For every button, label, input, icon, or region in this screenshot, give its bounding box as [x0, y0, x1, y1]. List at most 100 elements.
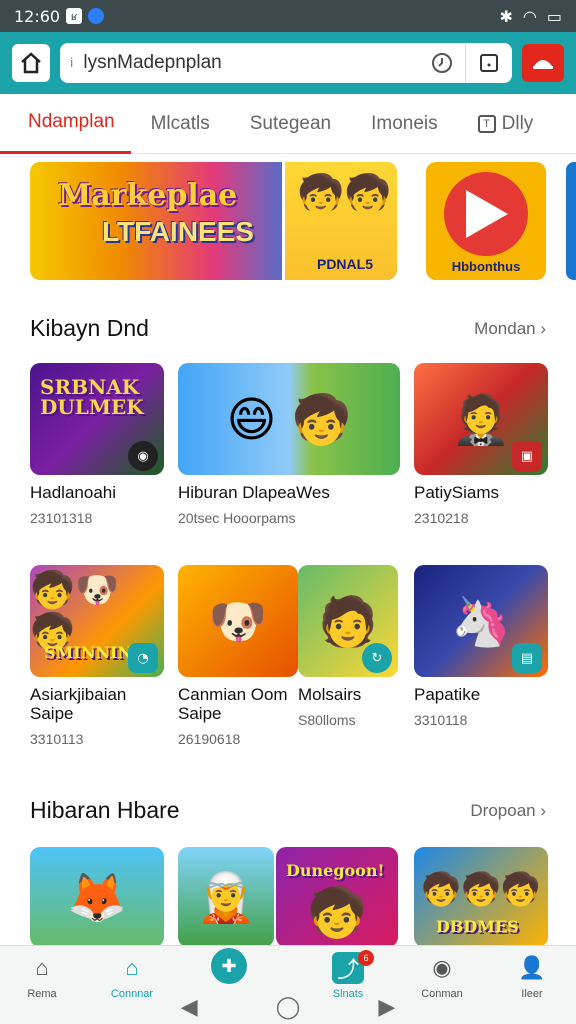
app-thumbnail: 🧒🧒🧒 DBDMES — [414, 847, 548, 945]
refresh-icon: ↻ — [362, 643, 392, 673]
home-icon: ⌂ — [35, 955, 49, 980]
app-meta: 2310218 — [414, 510, 469, 526]
app-name: Hiburan DlapeaWes — [178, 483, 330, 502]
banner-title-line1: Markeplae — [58, 178, 238, 213]
browser-toolbar: i lysnMadepnplan — [0, 32, 576, 94]
recents-icon[interactable]: ▶ — [378, 995, 395, 1020]
app-thumbnail: Dunegoon! 🧒 — [276, 847, 398, 945]
promo-banner-marketplace[interactable]: Markeplae LTFAINEES 🧒🧒 PDNAL5 — [30, 162, 397, 280]
bluetooth-icon: ✱ — [499, 6, 513, 26]
back-icon[interactable]: ◀ — [181, 995, 198, 1020]
game-icon: ▣ — [512, 441, 542, 471]
app-card[interactable]: 🧒🧒🧒 DBDMES — [414, 847, 548, 945]
tab-mlcatls[interactable]: Mlcatls — [131, 94, 230, 154]
status-time: 12:60 — [14, 6, 61, 26]
notification-badge: 6 — [358, 950, 374, 966]
app-thumbnail: 🧒🐶🧒 SMINNING ◔ — [30, 565, 164, 677]
tab-icon: T — [477, 114, 496, 133]
app-meta: 3310113 — [30, 731, 84, 747]
home-button[interactable] — [12, 44, 50, 82]
chat-icon: ◔ — [128, 643, 158, 673]
app-meta: 20tsec Hooorpams — [178, 510, 296, 526]
characters-image: 🧒🧒 — [297, 172, 392, 216]
play-triangle — [466, 190, 508, 238]
app-card[interactable]: Dunegoon! 🧒 — [276, 847, 398, 945]
section-more-1-label: Mondan — [474, 319, 536, 338]
section-more-3-label: Dropoan — [470, 801, 536, 820]
banner-title-line2: LTFAINEES — [102, 216, 254, 247]
app-meta: S80lloms — [298, 712, 356, 728]
app-name: Papatike — [414, 685, 481, 704]
info-icon[interactable]: i — [70, 56, 73, 70]
tab-sutegean[interactable]: Sutegean — [230, 94, 351, 154]
chat-icon[interactable]: ✚ — [211, 948, 247, 984]
app-thumbnail: 🦊 — [30, 847, 164, 945]
main-content: Markeplae LTFAINEES 🧒🧒 PDNAL5 Hbbonthus … — [0, 155, 576, 945]
section-more-3[interactable]: Dropoan › — [470, 801, 546, 821]
app-card[interactable]: SRBNAK DULMEK ◉ Hadlanoahi 23101318 — [30, 363, 164, 526]
app-thumbnail: 🐶 — [178, 565, 298, 677]
app-name: PatiySiams — [414, 483, 500, 502]
category-tabs: Ndamplan Mlcatls Sutegean Imoneis T Dlly — [0, 94, 576, 154]
app-meta: 23101318 — [30, 510, 93, 526]
store-icon: ⌂ — [125, 955, 139, 980]
message-icon: ▤ — [512, 643, 542, 673]
app-name: Molsairs — [298, 685, 362, 704]
tab-dlly-label: Dlly — [501, 112, 534, 134]
app-meta: 26190618 — [178, 731, 241, 747]
system-navigation: ◀ ◯ ▶ — [0, 990, 576, 1024]
app-name: Asiarkjibaian Saipe — [30, 685, 127, 723]
menu-button[interactable] — [522, 44, 564, 82]
home-circle-icon[interactable]: ◯ — [276, 995, 301, 1020]
app-card[interactable]: 🦊 — [30, 847, 164, 945]
app-meta: 3310118 — [414, 712, 468, 728]
url-text[interactable]: lysnMadepnplan — [83, 52, 419, 74]
banner-label: PDNAL5 — [316, 256, 373, 272]
thumbnail-title: DBDMES — [436, 917, 519, 936]
app-thumbnail: 🧝 — [178, 847, 274, 945]
thumbnail-title: SRBNAK DULMEK — [40, 375, 144, 419]
divider — [465, 43, 466, 83]
cap-icon — [533, 60, 553, 69]
section-more-1[interactable]: Mondan › — [474, 319, 546, 339]
section-title-3: Hibaran Hbare — [30, 797, 180, 823]
app-thumbnail: 🦄 ▤ — [414, 565, 548, 677]
tab-ndamplan[interactable]: Ndamplan — [0, 94, 131, 154]
app-thumbnail: SRBNAK DULMEK ◉ — [30, 363, 164, 475]
app-card[interactable]: 🧝 — [178, 847, 274, 945]
clock-icon[interactable] — [429, 50, 455, 76]
controller-icon: ◉ — [128, 441, 158, 471]
wifi-icon: ◠ — [522, 6, 537, 26]
character-image: 🧝 — [196, 869, 256, 926]
home-icon — [21, 52, 41, 74]
tabs-icon[interactable] — [476, 50, 502, 76]
app-name: Canmian Oom Saipe — [178, 685, 288, 723]
promo-banner-partial[interactable] — [566, 162, 576, 280]
section-title-1: Kibayn Dnd — [30, 315, 149, 341]
app-thumbnail: 🧑 ↻ — [298, 565, 398, 677]
app-card[interactable]: 🧑 ↻ Molsairs S80lloms — [298, 565, 398, 728]
app-card[interactable]: 🐶 Canmian Oom Saipe 26190618 — [178, 565, 298, 747]
banner2-label: Hbbonthus — [451, 259, 521, 274]
app-card[interactable]: 🧒🐶🧒 SMINNING ◔ Asiarkjibaian Saipe 33101… — [30, 565, 164, 747]
app-thumbnail: 🤵 ▣ — [414, 363, 548, 475]
status-bar: 12:60 ʁ ✱ ◠ ▭ — [0, 0, 576, 32]
promo-banner-play[interactable]: Hbbonthus — [426, 162, 546, 280]
app-thumbnail: 😄 🧒 — [178, 363, 400, 475]
app-notification-icon — [88, 8, 105, 24]
tab-imoneis[interactable]: Imoneis — [351, 94, 458, 154]
battery-icon: ▭ — [546, 6, 562, 26]
app-card[interactable]: 🦄 ▤ Papatike 3310118 — [414, 565, 548, 728]
character-image: 🧒 — [307, 884, 367, 941]
profile-icon: 👤 — [518, 955, 546, 980]
url-field[interactable]: i lysnMadepnplan — [60, 43, 512, 83]
app-card[interactable]: 😄 🧒 Hiburan DlapeaWes 20tsec Hooorpams — [178, 363, 400, 526]
fox-image: 🦊 — [67, 869, 127, 926]
tab-dlly[interactable]: T Dlly — [458, 94, 554, 154]
characters-image: 😄 🧒 — [226, 391, 352, 448]
app-card[interactable]: 🤵 ▣ PatiySiams 2310218 — [414, 363, 548, 526]
location-icon: ◉ — [432, 955, 452, 980]
app-name: Hadlanoahi — [30, 483, 117, 502]
notification-icon: ʁ — [66, 8, 83, 24]
dog-image: 🐶 — [208, 593, 268, 650]
